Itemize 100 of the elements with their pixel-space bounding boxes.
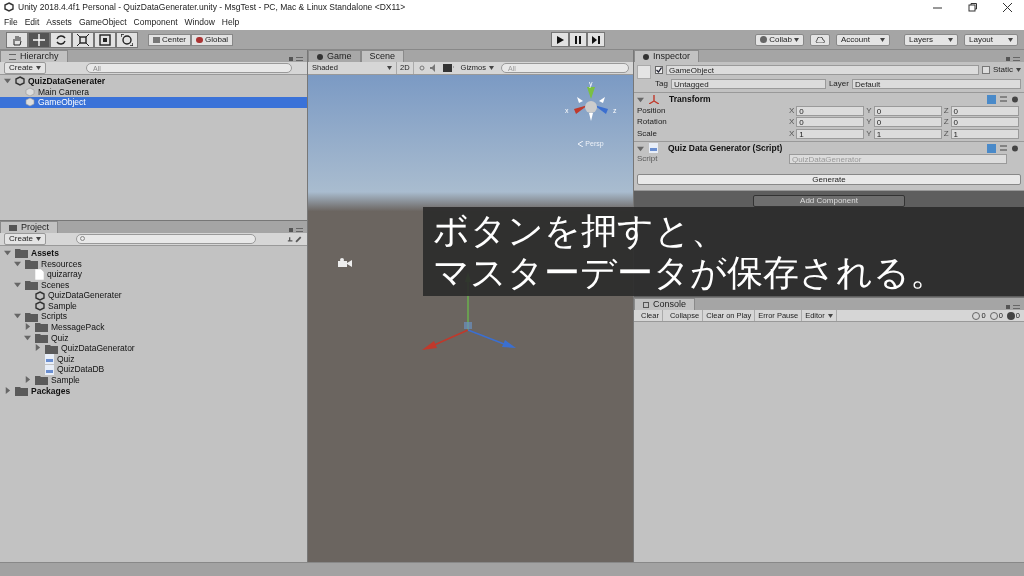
- folder-icon: [35, 333, 48, 344]
- tool-button[interactable]: [72, 31, 94, 48]
- generate-button[interactable]: Generate: [637, 174, 1021, 185]
- restore-icon[interactable]: [968, 2, 977, 12]
- script-file-icon: [45, 354, 54, 365]
- unity-logo-icon: [35, 301, 45, 312]
- lock-menu-icon[interactable]: [1006, 303, 1020, 310]
- create-dropdown[interactable]: Create: [4, 62, 46, 74]
- tree-item[interactable]: QuizDataGenerator: [0, 343, 307, 354]
- panel-tab[interactable]: Inspector: [634, 50, 700, 62]
- window-title: Unity 2018.4.4f1 Personal - QuizDataGenerater.unity - MsgTest - PC, Mac & Linux Standalone <DX11>: [18, 0, 406, 14]
- cloud-button[interactable]: [810, 33, 830, 46]
- static-label: Static: [993, 64, 1013, 76]
- tree-item[interactable]: Resources: [0, 258, 307, 270]
- menu-item[interactable]: Assets: [46, 15, 72, 29]
- input-field[interactable]: 0: [950, 117, 1019, 128]
- tree-item[interactable]: Quiz: [0, 332, 307, 344]
- error-icon: [1006, 311, 1015, 320]
- panel-tab[interactable]: Console: [634, 298, 696, 310]
- tree-item[interactable]: quizarray: [0, 269, 307, 280]
- component-settings-icon[interactable]: [987, 95, 1021, 104]
- input-field[interactable]: 1: [796, 128, 865, 139]
- create-dropdown[interactable]: Create: [4, 233, 46, 245]
- menu-item[interactable]: Help: [221, 15, 240, 29]
- unity-logo-icon: [4, 2, 14, 12]
- dropdown-caret-icon: [827, 313, 833, 318]
- pivot-button[interactable]: Global: [191, 33, 234, 46]
- layer-dropdown[interactable]: Default: [851, 79, 1021, 89]
- tree-item[interactable]: QuizDataDB: [0, 364, 307, 376]
- dropdown-button[interactable]: Layers: [904, 33, 958, 46]
- input-field[interactable]: 0: [873, 105, 942, 116]
- name-field[interactable]: GameObject: [666, 65, 979, 75]
- image-icon[interactable]: [442, 64, 454, 72]
- file-icon: [35, 269, 44, 280]
- collab-button[interactable]: Collab: [755, 33, 804, 46]
- axis-label: Z: [943, 104, 949, 117]
- dropdown-button[interactable]: Layout: [964, 33, 1018, 46]
- menu-item[interactable]: File: [4, 15, 18, 29]
- panel-tab[interactable]: Game: [308, 50, 361, 62]
- component-settings-icon[interactable]: [987, 143, 1021, 153]
- play-icon: [556, 35, 565, 44]
- lock-menu-icon[interactable]: [289, 226, 303, 233]
- input-field[interactable]: 0: [950, 105, 1019, 116]
- active-checkbox[interactable]: [655, 66, 663, 74]
- tree-item[interactable]: GameObject: [0, 97, 307, 108]
- pivot-button[interactable]: Center: [148, 33, 191, 46]
- lock-menu-icon[interactable]: [1006, 55, 1020, 62]
- panel-tab[interactable]: Scene: [360, 50, 405, 62]
- close-icon[interactable]: [1003, 2, 1012, 12]
- caret-icon[interactable]: [14, 280, 22, 288]
- menu-item[interactable]: Component: [133, 15, 178, 29]
- add-component-button[interactable]: Add Component: [753, 194, 905, 207]
- tree-item[interactable]: Quiz: [0, 353, 307, 365]
- unity-logo-icon: [15, 76, 25, 87]
- cloud-icon: [815, 36, 825, 43]
- tree-item[interactable]: Sample: [0, 375, 307, 386]
- tree-item[interactable]: MessagePack: [0, 322, 307, 333]
- tree-item[interactable]: QuizDataGenerater: [0, 76, 307, 87]
- caret-icon[interactable]: [637, 96, 645, 103]
- caret-icon[interactable]: [4, 386, 12, 394]
- rotate-icon: [55, 33, 67, 46]
- pause-button[interactable]: [569, 32, 588, 47]
- menu-item[interactable]: Edit: [24, 15, 40, 29]
- caret-icon[interactable]: [24, 376, 32, 384]
- cube-icon: [25, 97, 35, 108]
- tree-item[interactable]: Packages: [0, 385, 307, 397]
- menu-item[interactable]: GameObject: [78, 15, 127, 29]
- step-icon: [592, 35, 601, 44]
- input-field[interactable]: 1: [873, 128, 942, 139]
- tag-dropdown[interactable]: Untagged: [670, 79, 826, 89]
- caret-icon[interactable]: [637, 144, 645, 152]
- input-field[interactable]: 0: [873, 117, 942, 128]
- filter-icon[interactable]: [286, 234, 303, 244]
- step-button[interactable]: [587, 32, 606, 47]
- play-button[interactable]: [551, 32, 570, 47]
- tree-item[interactable]: Main Camera: [0, 86, 307, 98]
- input-field[interactable]: 0: [796, 105, 865, 116]
- menu-item[interactable]: Window: [184, 15, 215, 29]
- sun-icon[interactable]: [417, 64, 426, 72]
- move-icon: [33, 33, 45, 46]
- static-checkbox[interactable]: [982, 66, 990, 74]
- panel-tab[interactable]: Project: [0, 221, 58, 233]
- panel-tab[interactable]: Hierarchy: [0, 50, 68, 62]
- tree-item[interactable]: Assets: [0, 248, 307, 259]
- tree-item[interactable]: Scenes: [0, 279, 307, 291]
- tool-button[interactable]: [50, 31, 72, 48]
- transform-tool-icon: [121, 33, 133, 46]
- input-field[interactable]: 1: [950, 128, 1019, 139]
- dropdown-caret-icon: [489, 66, 494, 70]
- dropdown-button[interactable]: Account: [836, 33, 890, 46]
- tree-item[interactable]: Scripts: [0, 311, 307, 323]
- folder-icon: [25, 258, 38, 269]
- tree-item[interactable]: Sample: [0, 300, 307, 312]
- tool-button[interactable]: [116, 31, 138, 48]
- lock-menu-icon[interactable]: [289, 55, 303, 62]
- folder-icon: [15, 386, 28, 396]
- tree-item[interactable]: QuizDataGenerater: [0, 290, 307, 301]
- input-field[interactable]: 0: [796, 117, 865, 128]
- search-field[interactable]: [76, 234, 257, 244]
- tool-button[interactable]: [94, 31, 116, 48]
